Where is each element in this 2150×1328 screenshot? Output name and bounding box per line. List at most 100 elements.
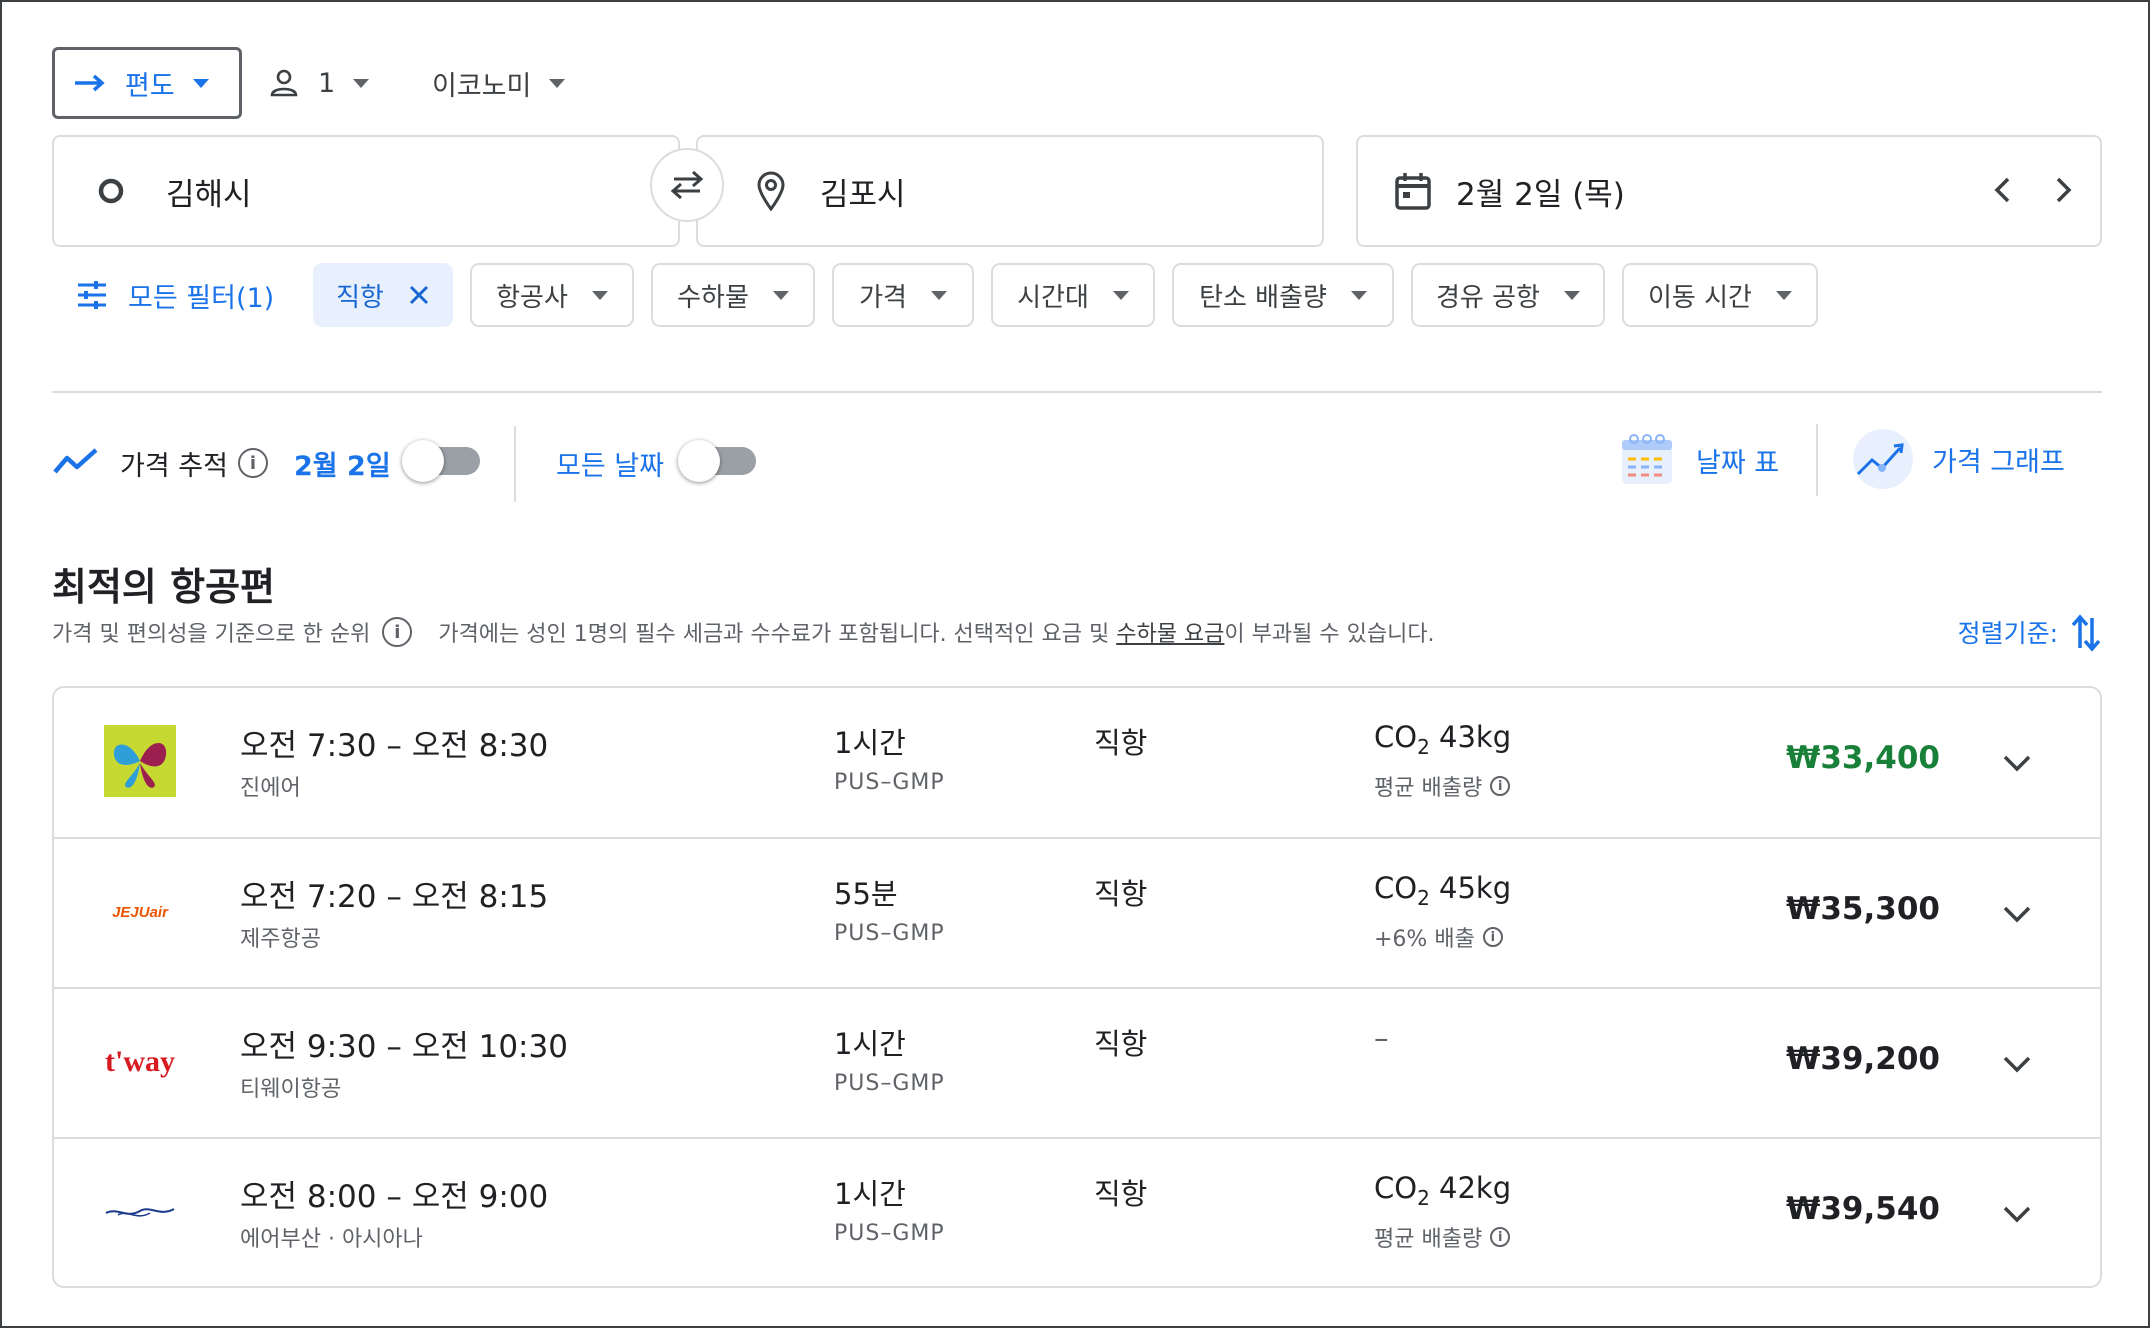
chevron-down-icon <box>1563 290 1580 300</box>
co2-note-text: +6% 배출 <box>1374 927 1475 952</box>
chip-connecting-airports[interactable]: 경유 공항 <box>1411 263 1605 327</box>
flight-stops: 직항 <box>1094 877 1148 911</box>
chip-baggage[interactable]: 수하물 <box>651 263 815 327</box>
calendar-icon <box>1395 173 1431 210</box>
chip-label: 직항 <box>336 282 384 313</box>
chip-label: 경유 공항 <box>1436 282 1540 313</box>
co2-note: 평균 배출량 i <box>1374 1221 1511 1253</box>
flight-times: 오전 7:20 – 오전 8:15 <box>240 879 549 915</box>
co2-label: CO <box>1374 1171 1418 1205</box>
flight-price: ₩39,540 <box>1786 1191 1940 1227</box>
co2-label: CO <box>1374 871 1418 905</box>
co2-emissions: CO2 45kg <box>1374 871 1511 910</box>
flight-price: ₩33,400 <box>1786 740 1940 776</box>
flight-row[interactable]: 오전 7:30 – 오전 8:30 진에어 1시간 PUS–GMP 직항 CO2… <box>54 688 2100 838</box>
info-icon[interactable]: i <box>382 617 413 647</box>
flight-route: PUS–GMP <box>834 921 945 946</box>
chevron-down-icon <box>2003 1206 2031 1223</box>
chip-price[interactable]: 가격 <box>832 263 974 327</box>
all-filters-label: 모든 필터(1) <box>128 282 275 314</box>
chip-times[interactable]: 시간대 <box>991 263 1155 327</box>
track-all-dates-toggle[interactable] <box>678 440 756 482</box>
swap-icon <box>670 170 704 200</box>
info-icon[interactable]: i <box>1490 776 1511 796</box>
chevron-down-icon <box>1775 290 1792 300</box>
chevron-left-icon <box>1994 177 2010 203</box>
all-filters-button[interactable]: 모든 필터(1) <box>76 263 274 327</box>
expand-button[interactable] <box>2000 1047 2034 1081</box>
origin-value: 김해시 <box>166 176 252 213</box>
date-grid-button[interactable]: 날짜 표 <box>1620 432 1779 488</box>
baggage-fee-link[interactable]: 수하물 요금 <box>1116 622 1224 647</box>
info-icon[interactable]: i <box>1482 927 1503 947</box>
flight-times: 오전 9:30 – 오전 10:30 <box>240 1029 568 1065</box>
price-notice: 가격에는 성인 1명의 필수 세금과 수수료가 포함됩니다. 선택적인 요금 및… <box>438 616 1434 648</box>
flight-price: ₩39,200 <box>1786 1041 1940 1077</box>
chevron-down-icon <box>353 78 370 88</box>
price-graph-label: 가격 그래프 <box>1932 446 2065 478</box>
flight-row[interactable]: t'way 오전 9:30 – 오전 10:30 티웨이항공 1시간 PUS–G… <box>54 987 2100 1137</box>
notice-text: 가격에는 성인 1명의 필수 세금과 수수료가 포함됩니다. 선택적인 요금 및 <box>438 622 1117 647</box>
flight-route: PUS–GMP <box>834 770 945 795</box>
flight-stops: 직항 <box>1094 1177 1148 1211</box>
co2-subscript: 2 <box>1417 734 1430 759</box>
chip-nonstop[interactable]: 직항 <box>313 263 453 327</box>
info-icon[interactable]: i <box>1490 1227 1511 1247</box>
trip-type-label: 편도 <box>125 70 175 102</box>
flight-row[interactable]: 오전 8:00 – 오전 9:00 에어부산 · 아시아나 1시간 PUS–GM… <box>54 1137 2100 1287</box>
close-icon[interactable] <box>408 284 430 306</box>
cabin-select[interactable]: 이코노미 <box>432 47 566 119</box>
logo-text: JEJUair <box>112 903 168 921</box>
cabin-label: 이코노미 <box>432 70 532 102</box>
trip-type-select[interactable]: 편도 <box>52 47 242 119</box>
airline-name: 제주항공 <box>240 927 321 952</box>
chip-label: 수하물 <box>677 282 749 313</box>
chip-airlines[interactable]: 항공사 <box>470 263 634 327</box>
arrow-right-icon <box>75 74 105 92</box>
flight-row[interactable]: JEJUair 오전 7:20 – 오전 8:15 제주항공 55분 PUS–G… <box>54 837 2100 987</box>
chevron-down-icon <box>1112 290 1129 300</box>
origin-field[interactable]: 김해시 <box>52 135 680 247</box>
flight-route: PUS–GMP <box>834 1071 945 1096</box>
divider <box>1816 424 1818 496</box>
swap-button[interactable] <box>650 148 724 222</box>
destination-field[interactable]: 김포시 <box>696 135 1324 247</box>
co2-note-text: 평균 배출량 <box>1374 1227 1483 1252</box>
passenger-count: 1 <box>318 67 336 99</box>
co2-value: 43kg <box>1429 720 1512 754</box>
co2-note: +6% 배출 i <box>1374 921 1503 953</box>
co2-value: 45kg <box>1429 871 1512 905</box>
co2-emissions: CO2 42kg <box>1374 1171 1511 1210</box>
passenger-select[interactable]: 1 <box>268 47 370 119</box>
chip-emissions[interactable]: 탄소 배출량 <box>1172 263 1394 327</box>
track-date-toggle[interactable] <box>402 440 480 482</box>
date-grid-icon <box>1622 434 1672 484</box>
info-icon[interactable]: i <box>238 448 268 478</box>
flight-times: 오전 8:00 – 오전 9:00 <box>240 1179 549 1215</box>
flight-list: 오전 7:30 – 오전 8:30 진에어 1시간 PUS–GMP 직항 CO2… <box>52 686 2102 1288</box>
chip-duration[interactable]: 이동 시간 <box>1622 263 1818 327</box>
airline-logo-jejuair: JEJUair <box>102 874 178 950</box>
expand-button[interactable] <box>2000 746 2034 780</box>
divider <box>52 391 2102 393</box>
co2-emissions: CO2 43kg <box>1374 720 1511 759</box>
next-date-button[interactable] <box>2046 172 2082 208</box>
chip-label: 가격 <box>859 282 907 313</box>
previous-date-button[interactable] <box>1984 172 2020 208</box>
sort-button[interactable]: 정렬기준: <box>1958 612 2102 652</box>
toggle-knob <box>678 440 720 482</box>
toggle-knob <box>402 440 444 482</box>
airline-logo-airbusan <box>102 1174 178 1250</box>
flight-duration: 1시간 <box>834 726 906 760</box>
chip-label: 탄소 배출량 <box>1199 282 1327 313</box>
tune-icon <box>78 281 106 309</box>
sort-label: 정렬기준: <box>1957 619 2058 648</box>
price-graph-button[interactable]: 가격 그래프 <box>1852 428 2065 490</box>
expand-button[interactable] <box>2000 897 2034 931</box>
flight-times: 오전 7:30 – 오전 8:30 <box>240 728 549 764</box>
logo-text: t'way <box>105 1045 175 1078</box>
results-subtitle: 가격 및 편의성을 기준으로 한 순위 i 가격에는 성인 1명의 필수 세금과… <box>52 616 1435 648</box>
expand-button[interactable] <box>2000 1197 2034 1231</box>
airline-logo-tway: t'way <box>102 1024 178 1100</box>
chevron-down-icon <box>2003 755 2031 772</box>
